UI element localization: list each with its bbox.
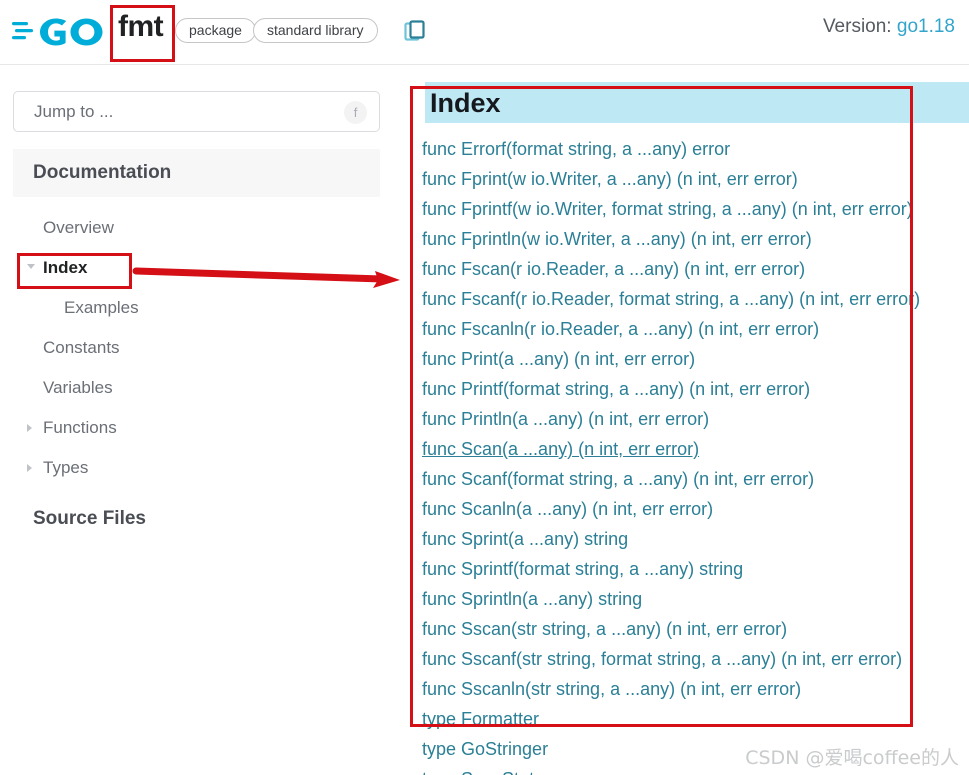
index-header-band	[425, 82, 969, 123]
chevron-right-icon[interactable]	[27, 424, 32, 432]
search-shortcut-badge: f	[344, 101, 367, 124]
site-header: fmt package standard library Version: go…	[0, 0, 969, 65]
header-divider	[0, 64, 969, 65]
page-root: fmt package standard library Version: go…	[0, 0, 969, 775]
index-entry-link[interactable]: func Fscanln(r io.Reader, a ...any) (n i…	[422, 314, 969, 344]
sidebar-section-label: Documentation	[33, 162, 172, 183]
search-input[interactable]: Jump to ... f	[13, 91, 380, 132]
badge-package[interactable]: package	[175, 18, 256, 43]
sidebar-item-constants[interactable]: Constants	[43, 338, 120, 358]
index-entry-link[interactable]: func Fscanf(r io.Reader, format string, …	[422, 284, 969, 314]
go-logo-icon[interactable]	[12, 12, 104, 52]
sidebar-item-label: Index	[43, 258, 88, 277]
index-entry-link[interactable]: func Errorf(format string, a ...any) err…	[422, 134, 969, 164]
index-entry-link[interactable]: type Formatter	[422, 704, 969, 734]
watermark: CSDN @爱喝coffee的人	[745, 747, 959, 769]
chevron-right-icon[interactable]	[27, 464, 32, 472]
page-title: fmt	[118, 10, 164, 43]
index-entry-link[interactable]: func Fprint(w io.Writer, a ...any) (n in…	[422, 164, 969, 194]
sidebar-item-label: Variables	[43, 378, 113, 397]
sidebar-item-overview[interactable]: Overview	[43, 218, 114, 238]
index-entry-link[interactable]: func Sscan(str string, a ...any) (n int,…	[422, 614, 969, 644]
index-entry-link[interactable]: func Sscanf(str string, format string, a…	[422, 644, 969, 674]
chevron-down-icon[interactable]	[27, 264, 35, 269]
index-entry-link[interactable]: func Println(a ...any) (n int, err error…	[422, 404, 969, 434]
index-entry-link[interactable]: func Fprintln(w io.Writer, a ...any) (n …	[422, 224, 969, 254]
index-entry-link[interactable]: func Fprintf(w io.Writer, format string,…	[422, 194, 969, 224]
index-entry-link[interactable]: func Sprint(a ...any) string	[422, 524, 969, 554]
index-entry-link[interactable]: func Sprintln(a ...any) string	[422, 584, 969, 614]
sidebar-item-label: Functions	[43, 418, 117, 437]
sidebar-section-documentation: Documentation	[13, 149, 380, 197]
sidebar-item-types[interactable]: Types	[27, 458, 89, 478]
index-entry-link[interactable]: func Print(a ...any) (n int, err error)	[422, 344, 969, 374]
index-function-list: func Errorf(format string, a ...any) err…	[422, 134, 969, 775]
sidebar-item-label: Constants	[43, 338, 120, 357]
sidebar-item-variables[interactable]: Variables	[43, 378, 113, 398]
sidebar-item-label: Examples	[64, 298, 139, 317]
index-heading: Index	[430, 88, 501, 118]
version-value-link[interactable]: go1.18	[897, 16, 955, 37]
copy-path-icon[interactable]	[402, 18, 428, 44]
sidebar-item-label: Overview	[43, 218, 114, 237]
version-label: Version:	[822, 16, 892, 37]
sidebar-item-functions[interactable]: Functions	[27, 418, 117, 438]
sidebar-item-examples[interactable]: Examples	[64, 298, 139, 318]
sidebar-item-label: Types	[43, 458, 89, 477]
index-entry-link[interactable]: func Scanln(a ...any) (n int, err error)	[422, 494, 969, 524]
index-entry-link[interactable]: func Sprintf(format string, a ...any) st…	[422, 554, 969, 584]
index-entry-link[interactable]: func Scan(a ...any) (n int, err error)	[422, 434, 969, 464]
sidebar-item-index[interactable]: Index	[27, 258, 88, 278]
index-entry-link[interactable]: func Fscan(r io.Reader, a ...any) (n int…	[422, 254, 969, 284]
index-entry-link[interactable]: func Scanf(format string, a ...any) (n i…	[422, 464, 969, 494]
sidebar: Jump to ... f Documentation Overview Ind…	[0, 78, 400, 775]
version-info: Version: go1.18	[823, 16, 955, 38]
index-entry-link[interactable]: func Printf(format string, a ...any) (n …	[422, 374, 969, 404]
sidebar-section-source-files[interactable]: Source Files	[33, 508, 146, 530]
index-entry-link[interactable]: func Sscanln(str string, a ...any) (n in…	[422, 674, 969, 704]
search-placeholder: Jump to ...	[34, 101, 114, 121]
badge-standard-library[interactable]: standard library	[253, 18, 378, 43]
